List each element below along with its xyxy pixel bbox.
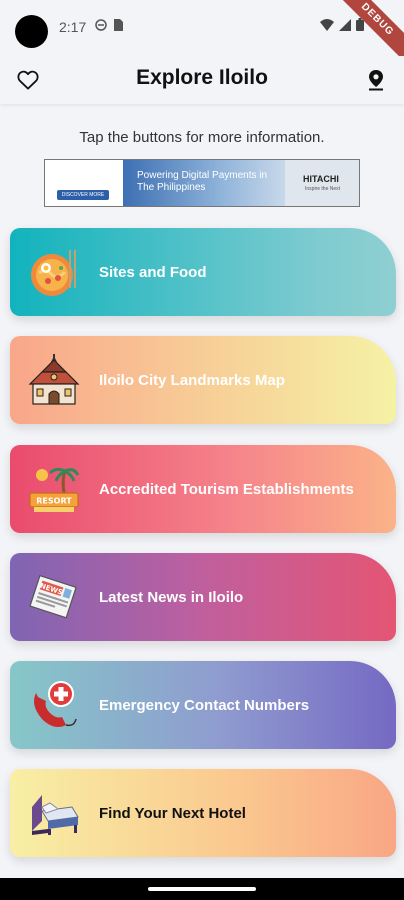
ad-headline: Powering Digital Payments in The Philipp… bbox=[137, 170, 268, 193]
newspaper-icon: NEWS bbox=[29, 574, 77, 619]
wifi-icon bbox=[320, 18, 334, 31]
page-title: Explore Iloilo bbox=[136, 66, 268, 89]
ad-banner[interactable]: DISCOVER MORE Powering Digital Payments … bbox=[44, 159, 360, 207]
church-icon bbox=[28, 354, 80, 405]
tourism-establishments-button[interactable]: RESORT Accredited Tourism Establishments bbox=[10, 445, 396, 533]
latest-news-button[interactable]: NEWS Latest News in Iloilo bbox=[10, 553, 396, 641]
home-gesture-handle[interactable] bbox=[148, 887, 256, 891]
app-bar: Explore Iloilo bbox=[0, 56, 404, 104]
sites-and-food-button[interactable]: Sites and Food bbox=[10, 228, 396, 316]
signal-icon bbox=[339, 18, 351, 31]
status-time: 2:17 bbox=[59, 19, 87, 35]
hotel-bed-icon bbox=[32, 795, 79, 835]
menu-label: Emergency Contact Numbers bbox=[99, 696, 310, 714]
emergency-phone-icon bbox=[34, 681, 77, 727]
menu-label: Latest News in Iloilo bbox=[99, 588, 244, 606]
ad-tagline: Inspire the Next bbox=[305, 186, 341, 192]
emergency-contacts-button[interactable]: Emergency Contact Numbers bbox=[10, 661, 396, 749]
resort-icon: RESORT bbox=[29, 467, 80, 512]
system-nav-bar bbox=[0, 878, 404, 900]
svg-text:RESORT: RESORT bbox=[36, 497, 72, 506]
map-pin-icon bbox=[369, 70, 383, 91]
dnd-icon bbox=[95, 19, 107, 31]
food-bowl-icon bbox=[31, 250, 76, 296]
map-button[interactable] bbox=[360, 64, 392, 96]
menu-label: Accredited Tourism Establishments bbox=[99, 480, 354, 498]
find-hotel-button[interactable]: Find Your Next Hotel bbox=[10, 769, 396, 857]
menu-label: Sites and Food bbox=[99, 263, 207, 281]
intro-text: Tap the buttons for more information. bbox=[79, 129, 325, 146]
camera-cutout bbox=[15, 15, 48, 48]
sim-card-icon bbox=[114, 19, 123, 31]
status-bar: 2:17 DEBUG bbox=[0, 0, 404, 66]
landmarks-map-button[interactable]: Iloilo City Landmarks Map bbox=[10, 336, 396, 424]
ad-cta-button[interactable]: DISCOVER MORE bbox=[57, 190, 109, 200]
menu-label: Iloilo City Landmarks Map bbox=[99, 371, 285, 389]
menu-label: Find Your Next Hotel bbox=[99, 804, 246, 822]
ad-brand: HITACHI bbox=[303, 174, 339, 184]
